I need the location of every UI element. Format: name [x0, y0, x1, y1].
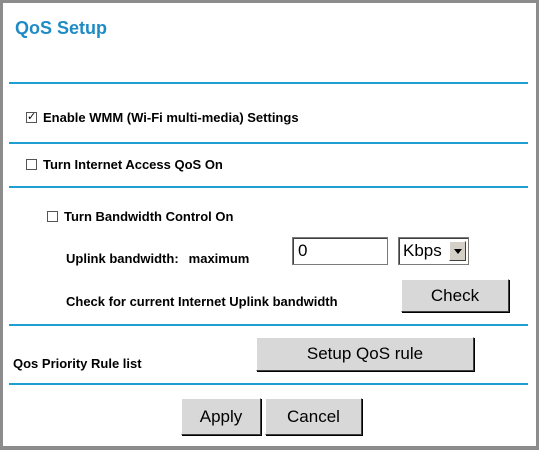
uplink-row: Uplink bandwidth: maximum — [66, 251, 249, 266]
priority-rule-row: Qos Priority Rule list — [13, 356, 142, 371]
check-row: Check for current Internet Uplink bandwi… — [66, 294, 338, 309]
internet-qos-checkbox[interactable] — [26, 159, 37, 170]
setup-qos-rule-button[interactable]: Setup QoS rule — [256, 337, 474, 371]
uplink-bandwidth-input[interactable]: 0 — [292, 237, 388, 265]
divider — [9, 324, 528, 326]
wmm-checkbox[interactable] — [26, 110, 37, 123]
uplink-label: Uplink bandwidth: — [66, 251, 179, 266]
internet-qos-row: Turn Internet Access QoS On — [26, 157, 223, 172]
uplink-unit-value: Kbps — [403, 241, 442, 260]
uplink-unit-select[interactable]: Kbps — [398, 237, 469, 265]
divider — [9, 142, 528, 144]
chevron-down-icon[interactable] — [449, 241, 466, 261]
window-border-top — [0, 0, 539, 3]
wmm-label: Enable WMM (Wi-Fi multi-media) Settings — [43, 110, 299, 125]
bandwidth-control-checkbox[interactable] — [47, 211, 58, 222]
bandwidth-control-label: Turn Bandwidth Control On — [64, 209, 234, 224]
priority-rule-label: Qos Priority Rule list — [13, 356, 142, 371]
wmm-row: Enable WMM (Wi-Fi multi-media) Settings — [26, 110, 299, 125]
window-border-bottom — [0, 446, 539, 450]
uplink-maximum-label: maximum — [188, 251, 250, 266]
divider — [9, 82, 528, 84]
divider — [9, 383, 528, 385]
divider — [9, 186, 528, 188]
check-button[interactable]: Check — [401, 279, 509, 312]
check-uplink-label: Check for current Internet Uplink bandwi… — [66, 294, 338, 309]
apply-button[interactable]: Apply — [181, 398, 261, 435]
cancel-button[interactable]: Cancel — [265, 398, 362, 435]
bandwidth-control-row: Turn Bandwidth Control On — [47, 209, 233, 224]
page-title: QoS Setup — [15, 18, 108, 38]
internet-qos-label: Turn Internet Access QoS On — [43, 157, 223, 172]
window-border-left — [0, 0, 3, 450]
